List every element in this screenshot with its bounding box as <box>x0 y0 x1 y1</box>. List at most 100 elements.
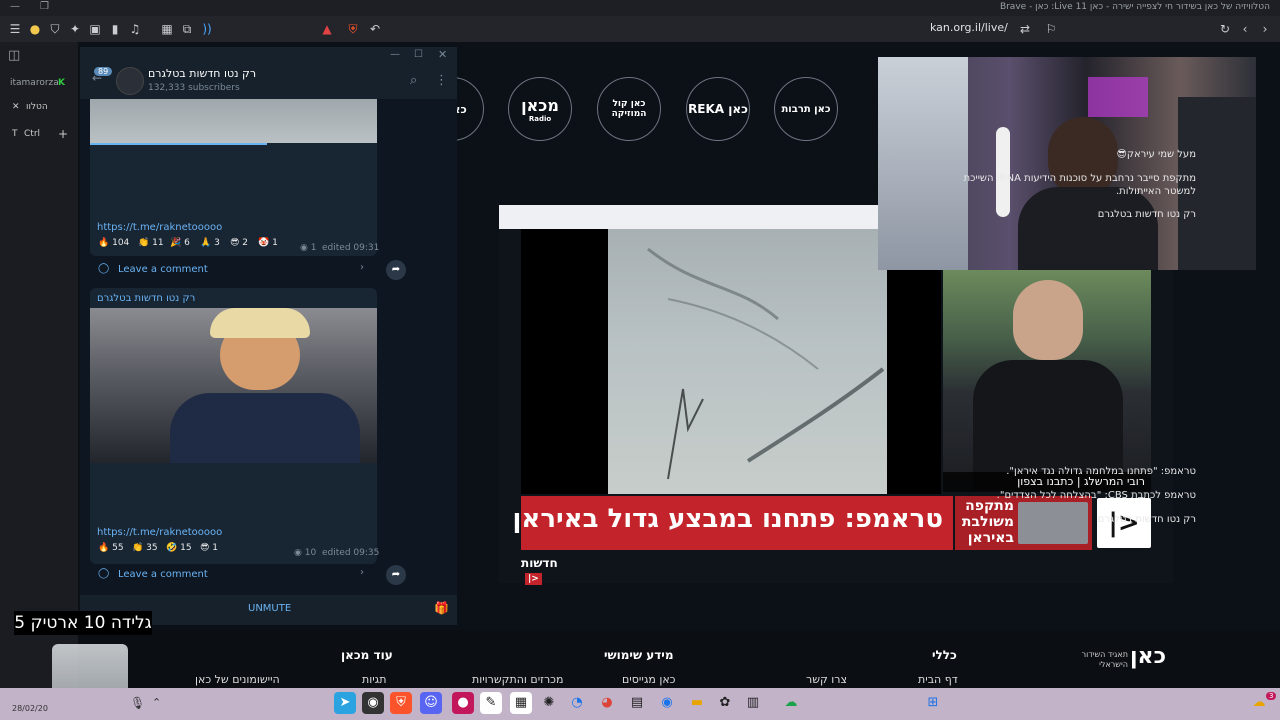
back-nav-icon[interactable]: ‹ <box>1236 20 1254 38</box>
reaction-count: 11 <box>152 238 164 248</box>
comment-label: Leave a comment <box>118 264 208 275</box>
copy-icon[interactable]: ⧉ <box>178 20 196 38</box>
footer-link-apps[interactable]: היישומונים של כאן <box>195 673 280 686</box>
footer-link-tags[interactable]: תגיות <box>362 673 386 686</box>
reaction-fire[interactable]: 🔥 55 <box>98 543 124 557</box>
nav-circle-music[interactable]: כאן קול המוזיקה <box>597 77 661 141</box>
picture-icon[interactable]: ▦ <box>158 20 176 38</box>
reload-icon[interactable]: ↻ <box>1216 20 1234 38</box>
close-tab-icon[interactable]: ✕ <box>12 102 20 112</box>
footer-link-tenders[interactable]: מכרזים והתקשרויות <box>472 673 563 686</box>
reaction-fire[interactable]: 🔥 104 <box>98 238 129 252</box>
restore-icon[interactable]: ❐ <box>40 1 49 12</box>
profile-icon[interactable]: K <box>58 78 65 88</box>
reaction-cool[interactable]: 😎 1 <box>200 543 218 557</box>
footer-link-jobs[interactable]: כאן מגייסים <box>622 673 676 686</box>
maximize-icon[interactable]: ☐ <box>414 49 423 60</box>
menu-icon[interactable]: ☰ <box>6 20 24 38</box>
channel-name[interactable]: רק נטו חדשות בטלגרם <box>148 67 256 80</box>
reaction-party[interactable]: 🎉 6 <box>170 238 190 252</box>
footer-head-info: מידע שימושי <box>604 648 674 662</box>
sidebar-icon[interactable]: ▮ <box>106 20 124 38</box>
reaction-clown[interactable]: 🤡 1 <box>258 238 278 252</box>
post-image[interactable] <box>90 99 377 143</box>
tune-icon[interactable]: ⇄ <box>1016 20 1034 38</box>
mic-icon[interactable]: 🎙 <box>130 696 145 710</box>
more-options-icon[interactable]: ⋮ <box>435 73 448 88</box>
chrome-taskbar-icon[interactable]: ◕ <box>596 692 618 714</box>
windows-start-icon[interactable]: ⊞ <box>922 692 944 714</box>
puzzle-icon[interactable]: ✦ <box>66 20 84 38</box>
qr-taskbar-icon[interactable]: ▦ <box>510 692 532 714</box>
footer-head-more: עוד מכאן <box>341 648 393 662</box>
post-2-comment-bar[interactable]: ◯ Leave a comment › <box>90 564 377 588</box>
brave-icon[interactable]: ● <box>26 20 44 38</box>
nav-circle-reka[interactable]: REKA כאן <box>686 77 750 141</box>
forward-icon[interactable]: › <box>1256 20 1274 38</box>
tab-item[interactable]: הטלוו <box>26 102 48 112</box>
news-label-text: חדשות <box>521 556 558 570</box>
brave-taskbar-icon[interactable]: ⛨ <box>390 692 412 714</box>
app-taskbar-icon[interactable]: ● <box>452 692 474 714</box>
post-2-image[interactable] <box>90 308 377 463</box>
reaction-pray[interactable]: 🙏 3 <box>200 238 220 252</box>
shield-icon[interactable]: ⛉ <box>46 20 64 38</box>
reaction-laugh[interactable]: 🤣 15 <box>166 543 192 557</box>
figma-taskbar-icon[interactable]: ✿ <box>714 692 736 714</box>
telegram-taskbar-icon[interactable]: ➤ <box>334 692 356 714</box>
rewards-icon[interactable]: ▲ <box>318 20 336 38</box>
unmute-button[interactable]: UNMUTE <box>248 603 291 614</box>
cloud-taskbar-icon[interactable]: ☁ <box>780 692 802 714</box>
post-2-link[interactable]: https://t.me/raknetooooo <box>97 527 222 538</box>
comment-label: Leave a comment <box>118 569 208 580</box>
back-icon[interactable]: ↶ <box>366 20 384 38</box>
vpn-icon[interactable]: ⛨ <box>344 20 362 38</box>
edge-taskbar-icon[interactable]: ◔ <box>566 692 588 714</box>
nav-circle-label: REKA כאן <box>688 102 748 116</box>
news-label: חדשות |> <box>521 556 581 585</box>
sidebar-toggle-icon[interactable]: ◫ <box>8 48 20 63</box>
footer-link-home[interactable]: דף הבית <box>918 673 958 686</box>
news-ticker-headline: טראמפ: פתחנו במבצע גדול באיראן <box>512 496 953 550</box>
wallet-icon[interactable]: ▣ <box>86 20 104 38</box>
search-icon[interactable]: ⌕ <box>410 73 417 88</box>
obs-taskbar-icon[interactable]: ◉ <box>362 692 384 714</box>
footer-link-contact[interactable]: צרו קשר <box>806 673 847 686</box>
reaction-count: 35 <box>146 543 158 553</box>
browser-taskbar-icon[interactable]: ◉ <box>656 692 678 714</box>
nav-circle-makan[interactable]: מכאן Radio <box>508 77 572 141</box>
post-1-link[interactable]: https://t.me/raknetooooo <box>97 222 222 233</box>
channel-avatar[interactable] <box>116 67 144 95</box>
chatgpt-taskbar-icon[interactable]: ✺ <box>538 692 560 714</box>
kan-footer-logo[interactable]: כאן <box>1130 644 1166 669</box>
discord-taskbar-icon[interactable]: ☺ <box>420 692 442 714</box>
view-count: 10 <box>304 548 317 558</box>
reaction-clap[interactable]: 👏 35 <box>132 543 158 557</box>
bookmark-icon[interactable]: ⚐ <box>1042 20 1060 38</box>
music-icon[interactable]: ♫ <box>126 20 144 38</box>
minimize-icon[interactable]: — <box>390 49 400 60</box>
nav-circle-culture[interactable]: כאן תרבות <box>774 77 838 141</box>
reaction-cool[interactable]: 😎 2 <box>230 238 248 252</box>
post-1-comment-bar[interactable]: ◯ Leave a comment › <box>90 259 377 283</box>
post-2-views: ◉ 10 <box>294 548 316 558</box>
chevron-right-icon: › <box>360 262 364 273</box>
files-taskbar-icon[interactable]: ▥ <box>742 692 764 714</box>
new-tab-icon[interactable]: + <box>58 127 68 141</box>
store-taskbar-icon[interactable]: ▤ <box>626 692 648 714</box>
vertical-tabs-strip: ◫ itamarorza K ✕ הטלוו T Ctrl + <box>0 42 78 688</box>
share-icon[interactable]: ➦ <box>386 260 406 280</box>
pen-taskbar-icon[interactable]: ✎ <box>480 692 502 714</box>
gift-icon[interactable]: 🎁 <box>434 601 449 615</box>
sound-icon[interactable]: )) <box>198 20 216 38</box>
reaction-clap[interactable]: 👏 11 <box>138 238 164 252</box>
reaction-count: 55 <box>112 543 124 553</box>
chevron-up-icon[interactable]: ⌃ <box>152 696 161 709</box>
share-icon[interactable]: ➦ <box>386 565 406 585</box>
folder-taskbar-icon[interactable]: ▬ <box>686 692 708 714</box>
post-2-author[interactable]: רק נטו חדשות בטלגרם <box>97 293 195 304</box>
close-icon[interactable]: ✕ <box>438 48 447 61</box>
streamer-head <box>1048 117 1118 197</box>
minimize-icon[interactable]: — <box>10 1 20 12</box>
address-bar[interactable]: kan.org.il/live/ <box>930 21 1008 34</box>
